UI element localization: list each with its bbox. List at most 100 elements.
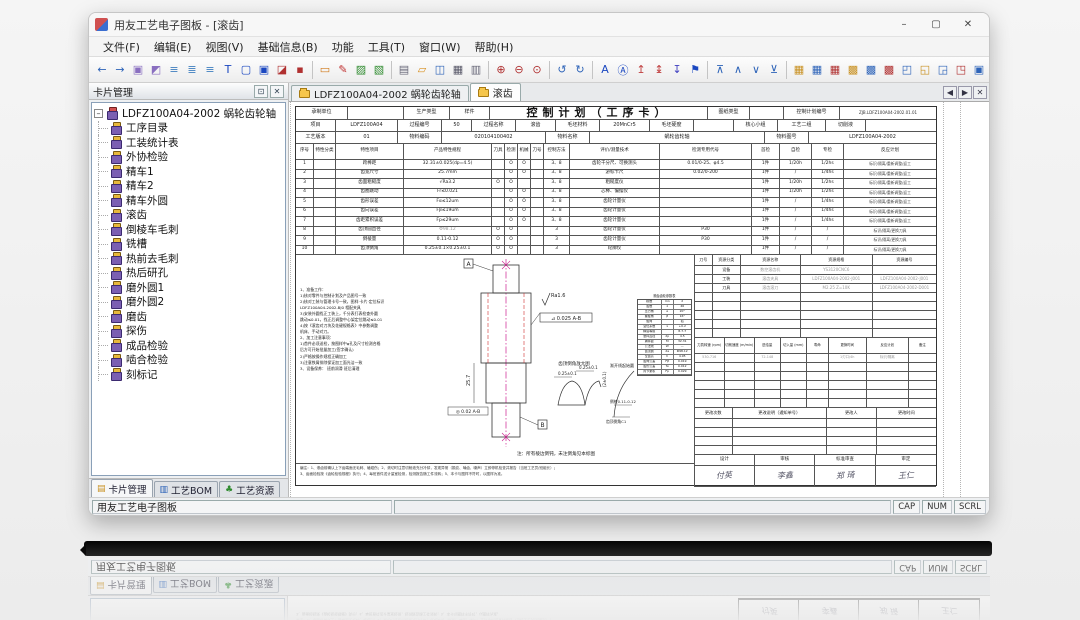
tree-root[interactable]: – LDFZ100A04-2002 蜗轮齿轮轴: [94, 106, 283, 121]
reflected-page: 编注：1、滚齿前确认上下齿端面无毛刺、磕碰伤；2、滚切时注意切削液充分冷却，发现…: [288, 596, 990, 620]
tree-item[interactable]: 啮合检验: [94, 353, 283, 368]
zoom-out-icon[interactable]: ⊖: [510, 61, 528, 79]
move-top-icon[interactable]: ⊼: [711, 61, 729, 79]
move-bottom-icon[interactable]: ⊻: [765, 61, 783, 79]
select-rect-icon[interactable]: ▭: [316, 61, 334, 79]
page-viewport[interactable]: 承制单位 生产类型 样件 控制计划（工序卡） 图纸类型 控制计划编号 ZJB.L…: [289, 102, 989, 497]
text-icon[interactable]: T: [219, 61, 237, 79]
add-row-above-icon[interactable]: ▦: [790, 61, 808, 79]
cell: 1/20h: [780, 179, 812, 189]
tree-item[interactable]: 精车外圆: [94, 193, 283, 208]
tab-prev-icon[interactable]: ◀: [943, 86, 957, 99]
doc-tab-process[interactable]: 滚齿: [470, 83, 521, 101]
menu-item[interactable]: 文件(F): [97, 37, 146, 57]
move-up-icon[interactable]: ∧: [729, 61, 747, 79]
tree-item[interactable]: 倒棱车毛刺: [94, 222, 283, 237]
tree-item[interactable]: 滚齿: [94, 208, 283, 223]
tree-item[interactable]: 成品检验: [94, 338, 283, 353]
tree-item[interactable]: 铣槽: [94, 237, 283, 252]
card-icon: [111, 223, 122, 235]
maximize-button[interactable]: ▢: [921, 16, 951, 34]
menu-item[interactable]: 窗口(W): [413, 37, 466, 57]
add-col-right-icon[interactable]: ▩: [862, 61, 880, 79]
process-card[interactable]: 承制单位 生产类型 样件 控制计划（工序卡） 图纸类型 控制计划编号 ZJB.L…: [295, 106, 937, 486]
tree-item[interactable]: 磨齿: [94, 309, 283, 324]
pin-icon[interactable]: ⊡: [254, 85, 268, 98]
copy-page-icon[interactable]: ▣: [970, 61, 988, 79]
tab-next-icon[interactable]: ▶: [958, 86, 972, 99]
back-icon[interactable]: ←: [93, 61, 111, 79]
font-icon[interactable]: A: [596, 61, 614, 79]
tree-item[interactable]: 精车2: [94, 179, 283, 194]
panel-tab-1[interactable]: ▤卡片管理: [91, 479, 153, 497]
tree-item[interactable]: 精车1: [94, 164, 283, 179]
align-right-icon[interactable]: ≡: [201, 61, 219, 79]
tree-item[interactable]: 探伤: [94, 324, 283, 339]
image-export-icon[interactable]: ▧: [370, 61, 388, 79]
menu-item[interactable]: 帮助(H): [469, 37, 520, 57]
panel-tab-1[interactable]: ▤卡片管理: [90, 577, 152, 595]
align-v-mid-icon[interactable]: ↨: [650, 61, 668, 79]
save-icon[interactable]: ◫: [431, 61, 449, 79]
zoom-in-icon[interactable]: ⊕: [492, 61, 510, 79]
delete-col-icon[interactable]: ▩: [880, 61, 898, 79]
menu-item[interactable]: 基础信息(B): [252, 37, 324, 57]
menu-item[interactable]: 工具(T): [362, 37, 411, 57]
tree-item[interactable]: 工装统计表: [94, 135, 283, 150]
tree-item[interactable]: 热前去毛刺: [94, 251, 283, 266]
tree-item[interactable]: 外协检验: [94, 150, 283, 165]
wordart-icon[interactable]: Ⓐ: [614, 61, 632, 79]
cell: 齿宽尺寸: [336, 170, 404, 180]
cell-icon[interactable]: ▢: [237, 61, 255, 79]
cell: [725, 363, 755, 372]
cell-fill-icon[interactable]: ▣: [255, 61, 273, 79]
eraser-icon[interactable]: ◪: [273, 61, 291, 79]
preview-icon[interactable]: ▥: [467, 61, 485, 79]
select-node-icon[interactable]: ▣: [129, 61, 147, 79]
tab-close-icon[interactable]: ✕: [973, 86, 987, 99]
move-down-icon[interactable]: ∨: [747, 61, 765, 79]
panel-close-icon[interactable]: ✕: [270, 85, 284, 98]
cell: [873, 311, 936, 320]
menu-item[interactable]: 功能: [326, 37, 360, 57]
panel-tab-3[interactable]: ♣工艺资源: [219, 481, 280, 497]
panel-tab-3[interactable]: ♣工艺资源: [218, 577, 279, 593]
zoom-fit-icon[interactable]: ⊙: [528, 61, 546, 79]
align-v-top-icon[interactable]: ↥: [632, 61, 650, 79]
open-file-icon[interactable]: ▱: [413, 61, 431, 79]
panel-tab-2[interactable]: ▥工艺BOM: [154, 481, 219, 497]
menu-item[interactable]: 编辑(E): [148, 37, 198, 57]
panel-tab-2[interactable]: ▥工艺BOM: [153, 577, 218, 593]
minimize-button[interactable]: –: [889, 16, 919, 34]
pencil-icon[interactable]: ✎: [334, 61, 352, 79]
add-row-below-icon[interactable]: ▦: [808, 61, 826, 79]
menu-item[interactable]: 视图(V): [199, 37, 249, 57]
paste-cell-icon[interactable]: ◱: [916, 61, 934, 79]
redo-icon[interactable]: ↻: [571, 61, 589, 79]
page-props-icon[interactable]: ▤: [988, 61, 989, 79]
align-left-icon[interactable]: ≡: [165, 61, 183, 79]
image-insert-icon[interactable]: ▨: [352, 61, 370, 79]
add-col-left-icon[interactable]: ▩: [844, 61, 862, 79]
undo-icon[interactable]: ↺: [553, 61, 571, 79]
tree-item[interactable]: 磨外圆2: [94, 295, 283, 310]
delete-row-icon[interactable]: ▦: [826, 61, 844, 79]
merge-cells-icon[interactable]: ◲: [934, 61, 952, 79]
tree-item[interactable]: 工序目录: [94, 121, 283, 136]
tree-item[interactable]: 刻标记: [94, 367, 283, 382]
split-cell-icon[interactable]: ◳: [952, 61, 970, 79]
new-file-icon[interactable]: ▤: [395, 61, 413, 79]
edit-node-icon[interactable]: ◩: [147, 61, 165, 79]
align-v-bottom-icon[interactable]: ↧: [668, 61, 686, 79]
forward-icon[interactable]: →: [111, 61, 129, 79]
close-button[interactable]: ✕: [953, 16, 983, 34]
print-icon[interactable]: ▦: [449, 61, 467, 79]
doc-tab-part[interactable]: LDFZ100A04-2002 蜗轮齿轮轴: [291, 85, 469, 101]
expander-icon[interactable]: –: [94, 109, 103, 118]
stamp-icon[interactable]: ▪: [291, 61, 309, 79]
align-center-icon[interactable]: ≣: [183, 61, 201, 79]
tree-item[interactable]: 磨外圆1: [94, 280, 283, 295]
copy-cell-icon[interactable]: ◰: [898, 61, 916, 79]
tree-item[interactable]: 热后研孔: [94, 266, 283, 281]
callout-icon[interactable]: ⚑: [686, 61, 704, 79]
